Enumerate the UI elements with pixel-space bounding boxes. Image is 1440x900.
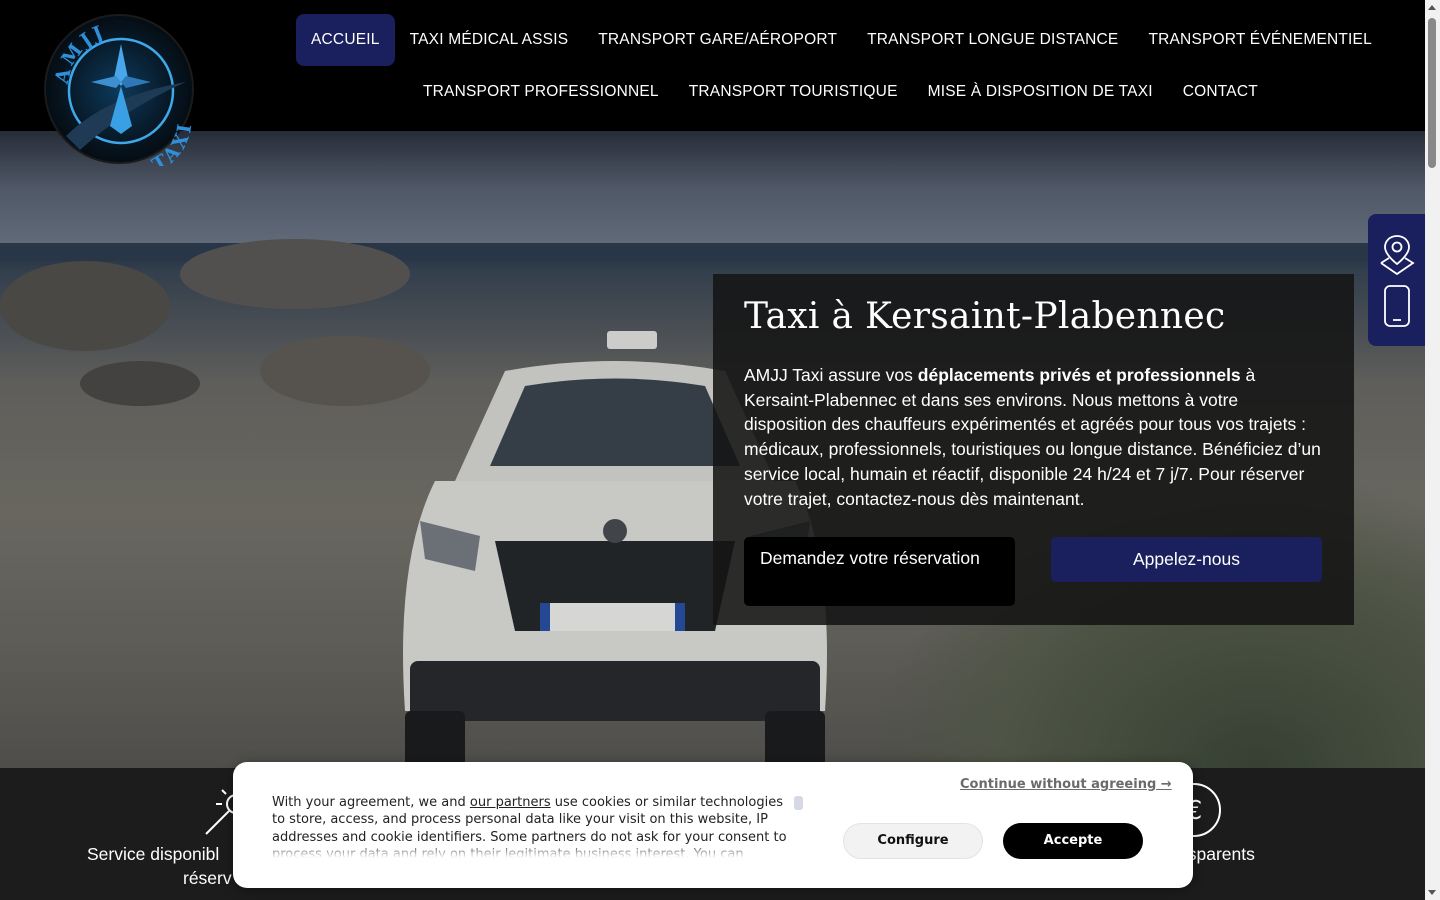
nav-accueil[interactable]: ACCUEIL bbox=[296, 14, 395, 66]
site-logo[interactable]: AMJJ TAXI bbox=[44, 14, 196, 166]
hero-description: AMJJ Taxi assure vos déplacements privés… bbox=[744, 363, 1323, 511]
cookie-consent-banner: With your agreement, we and our partners… bbox=[233, 762, 1193, 888]
logo-text-bottom: TAXI bbox=[148, 120, 193, 166]
svg-text:TAXI: TAXI bbox=[148, 120, 196, 166]
nav-taxi-medical[interactable]: TAXI MÉDICAL ASSIS bbox=[395, 14, 584, 66]
cookie-text-before: With your agreement, we and bbox=[272, 795, 470, 810]
side-contact-widget bbox=[1368, 214, 1425, 346]
hero-text-bold: déplacements privés et professionnels bbox=[917, 365, 1241, 385]
nav-touristique[interactable]: TRANSPORT TOURISTIQUE bbox=[674, 66, 913, 118]
hero-title: Taxi à Kersaint-Plabennec bbox=[744, 296, 1226, 337]
call-button[interactable]: Appelez-nous bbox=[1051, 537, 1322, 582]
site-header: ACCUEIL TAXI MÉDICAL ASSIS TRANSPORT GAR… bbox=[0, 0, 1425, 131]
cookie-text-fade bbox=[272, 842, 797, 858]
cookie-text-scrollbar[interactable] bbox=[794, 796, 803, 810]
feature-service-label-1: Service disponibl bbox=[87, 844, 220, 864]
phone-icon[interactable] bbox=[1377, 284, 1417, 328]
main-nav: ACCUEIL TAXI MÉDICAL ASSIS TRANSPORT GAR… bbox=[296, 14, 1372, 118]
svg-text:AMJJ: AMJJ bbox=[51, 21, 109, 87]
hero-text-part1: AMJJ Taxi assure vos bbox=[744, 365, 918, 385]
nav-longue-distance[interactable]: TRANSPORT LONGUE DISTANCE bbox=[852, 14, 1133, 66]
nav-contact[interactable]: CONTACT bbox=[1168, 66, 1273, 118]
hero-card: Taxi à Kersaint-Plabennec AMJJ Taxi assu… bbox=[713, 274, 1354, 625]
hero-text-part2: à Kersaint-Plabennec et dans ses environ… bbox=[744, 365, 1321, 509]
scroll-down-arrow-icon[interactable] bbox=[1428, 890, 1436, 895]
page-scrollbar[interactable] bbox=[1425, 0, 1440, 900]
map-pin-icon[interactable] bbox=[1377, 232, 1417, 276]
nav-evenementiel[interactable]: TRANSPORT ÉVÉNEMENTIEL bbox=[1133, 14, 1386, 66]
nav-mise-a-disposition[interactable]: MISE À DISPOSITION DE TAXI bbox=[913, 66, 1168, 118]
continue-without-agreeing-link[interactable]: Continue without agreeing → bbox=[960, 777, 1172, 792]
nav-gare-aeroport[interactable]: TRANSPORT GARE/AÉROPORT bbox=[583, 14, 852, 66]
reservation-button[interactable]: Demandez votre réservation bbox=[744, 537, 1015, 606]
logo-emblem: AMJJ TAXI bbox=[51, 21, 196, 166]
feature-tarifs-label: nsparents bbox=[1178, 844, 1255, 864]
nav-row-2: TRANSPORT PROFESSIONNEL TRANSPORT TOURIS… bbox=[408, 66, 1366, 118]
nav-professionnel[interactable]: TRANSPORT PROFESSIONNEL bbox=[408, 66, 674, 118]
hero-section: Taxi à Kersaint-Plabennec AMJJ Taxi assu… bbox=[0, 131, 1425, 768]
accept-button[interactable]: Accepte bbox=[1003, 823, 1143, 859]
scroll-up-arrow-icon[interactable] bbox=[1428, 5, 1436, 10]
logo-text-top: AMJJ bbox=[51, 21, 106, 87]
partners-link[interactable]: our partners bbox=[470, 795, 551, 810]
configure-button[interactable]: Configure bbox=[843, 823, 983, 859]
nav-row-1: ACCUEIL TAXI MÉDICAL ASSIS TRANSPORT GAR… bbox=[296, 14, 1372, 66]
scroll-thumb[interactable] bbox=[1428, 18, 1436, 168]
